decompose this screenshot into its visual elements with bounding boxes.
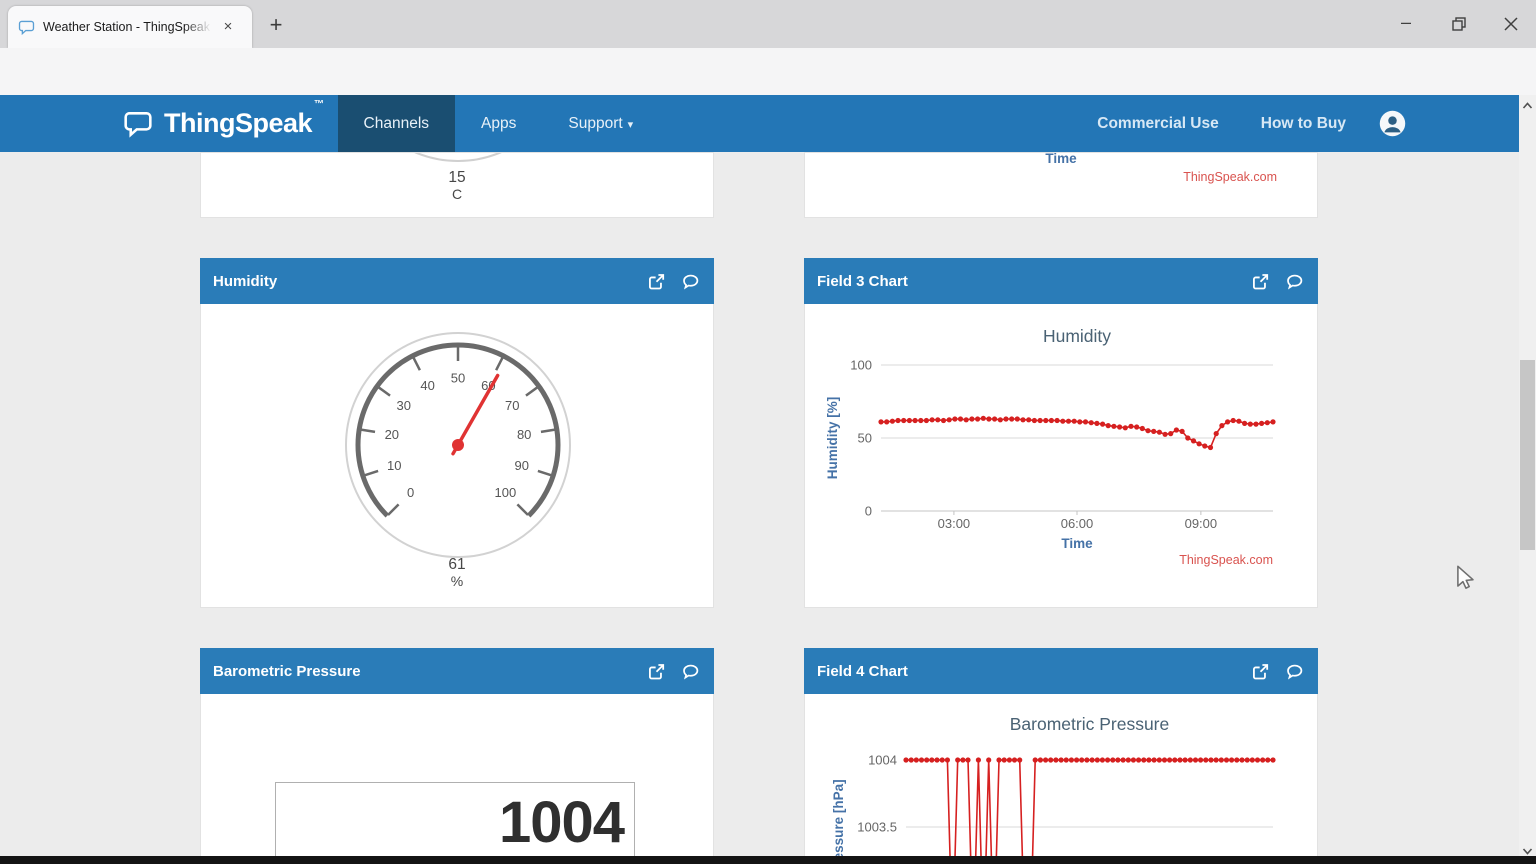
widget-pressure-display: Barometric Pressure 1004 bbox=[200, 648, 714, 864]
widget-field3-chart: Field 3 Chart 100 50 0 03:00 06:00 09:00 Humid… bbox=[804, 258, 1318, 608]
svg-text:90: 90 bbox=[514, 458, 528, 473]
close-icon bbox=[1504, 17, 1518, 31]
svg-text:ThingSpeak.com: ThingSpeak.com bbox=[1179, 553, 1273, 567]
tab-close-button[interactable]: × bbox=[217, 16, 239, 38]
nav-item-channels[interactable]: Channels bbox=[337, 95, 456, 152]
svg-text:Time: Time bbox=[1061, 536, 1093, 551]
widget-temperature-partial: 15 C bbox=[200, 0, 714, 218]
nav-item-how-to-buy[interactable]: How to Buy bbox=[1240, 115, 1367, 133]
bottom-bar bbox=[0, 856, 1536, 864]
mouse-cursor bbox=[1457, 565, 1474, 589]
numeric-display-box: 1004 bbox=[275, 782, 635, 864]
svg-text:Humidity [%]: Humidity [%] bbox=[825, 397, 840, 480]
svg-text:10: 10 bbox=[387, 458, 401, 473]
svg-text:100: 100 bbox=[850, 358, 872, 373]
svg-text:03:00: 03:00 bbox=[938, 516, 971, 531]
svg-text:80: 80 bbox=[517, 427, 531, 442]
restore-icon bbox=[1452, 17, 1466, 31]
svg-text:1004: 1004 bbox=[868, 753, 897, 768]
widget-title: Field 4 Chart bbox=[817, 662, 908, 680]
comment-icon[interactable] bbox=[1286, 663, 1303, 680]
window-restore-button[interactable] bbox=[1442, 10, 1476, 38]
nav-item-apps[interactable]: Apps bbox=[455, 95, 542, 152]
brand-tm: ™ bbox=[314, 99, 324, 110]
widget-header: Humidity bbox=[200, 258, 714, 304]
widget-header: Field 4 Chart bbox=[804, 648, 1318, 694]
widget-humidity-gauge: Humidity 0 10 20 30 40 50 60 70 80 90 100 61 % bbox=[200, 258, 714, 608]
thingspeak-bubble-icon bbox=[18, 20, 35, 34]
time-axis-label: Time bbox=[1045, 151, 1077, 166]
svg-text:09:00: 09:00 bbox=[1185, 516, 1218, 531]
window-minimize-button[interactable]: – bbox=[1389, 10, 1423, 38]
chevron-down-icon: ▾ bbox=[627, 119, 634, 131]
svg-text:30: 30 bbox=[397, 398, 411, 413]
scrollbar-thumb[interactable] bbox=[1520, 360, 1535, 550]
nav-item-support[interactable]: Support ▾ bbox=[542, 95, 659, 152]
widget-time-chart-partial: Time ThingSpeak.com bbox=[804, 151, 1318, 218]
brand-text: ThingSpeak™ bbox=[164, 99, 324, 138]
comment-icon[interactable] bbox=[1286, 273, 1303, 290]
thingspeak-navbar: ThingSpeak™ Channels Apps Support ▾ Comme… bbox=[0, 95, 1536, 152]
scrollbar-track[interactable] bbox=[1519, 95, 1536, 864]
browser-tab[interactable]: Weather Station - ThingSpeak Io × bbox=[8, 6, 252, 48]
svg-text:1003.5: 1003.5 bbox=[857, 820, 897, 835]
widget-title: Barometric Pressure bbox=[213, 662, 361, 680]
comment-icon[interactable] bbox=[682, 273, 699, 290]
widget-title: Field 3 Chart bbox=[817, 272, 908, 290]
nav-item-commercial-use[interactable]: Commercial Use bbox=[1076, 115, 1239, 133]
browser-toolbar: https://thingspeak.com/channels/1464135 … bbox=[0, 48, 1536, 136]
window-close-button[interactable] bbox=[1494, 10, 1528, 38]
svg-text:0: 0 bbox=[407, 485, 414, 500]
open-in-new-icon[interactable] bbox=[648, 663, 665, 680]
temperature-gauge-value: 15 C bbox=[448, 169, 466, 202]
svg-text:70: 70 bbox=[505, 398, 519, 413]
open-in-new-icon[interactable] bbox=[648, 273, 665, 290]
svg-text:Pressure [hPa]: Pressure [hPa] bbox=[831, 779, 846, 862]
thingspeak-logo-icon bbox=[124, 111, 152, 136]
thingspeak-brand[interactable]: ThingSpeak™ bbox=[122, 95, 324, 152]
svg-text:40: 40 bbox=[420, 378, 434, 393]
widget-field4-chart: Field 4 Chart 1004 1003.5 Barometric Press… bbox=[804, 648, 1318, 864]
humidity-line-chart: 100 50 0 03:00 06:00 09:00 Humidity Time Humidit… bbox=[825, 326, 1276, 567]
account-avatar-icon[interactable] bbox=[1379, 110, 1406, 137]
svg-text:Humidity: Humidity bbox=[1043, 326, 1111, 346]
screen: Weather Station - ThingSpeak Io × + – Th… bbox=[0, 0, 1536, 864]
thingspeak-watermark: ThingSpeak.com bbox=[1183, 170, 1277, 184]
widget-title: Humidity bbox=[213, 272, 278, 290]
svg-text:Barometric Pressure: Barometric Pressure bbox=[1010, 714, 1170, 734]
open-in-new-icon[interactable] bbox=[1252, 663, 1269, 680]
tab-title: Weather Station - ThingSpeak Io bbox=[43, 20, 215, 34]
pressure-line-chart: 1004 1003.5 Barometric Pressure Pressure [h… bbox=[831, 714, 1276, 864]
svg-text:06:00: 06:00 bbox=[1061, 516, 1094, 531]
new-tab-button[interactable]: + bbox=[262, 12, 290, 40]
pressure-value: 1004 bbox=[498, 790, 625, 855]
svg-text:50: 50 bbox=[858, 431, 872, 446]
svg-text:20: 20 bbox=[385, 427, 399, 442]
widget-header: Barometric Pressure bbox=[200, 648, 714, 694]
browser-tab-bar: Weather Station - ThingSpeak Io × + – bbox=[0, 0, 1536, 48]
scroll-up-button[interactable] bbox=[1519, 98, 1536, 114]
open-in-new-icon[interactable] bbox=[1252, 273, 1269, 290]
widget-header: Field 3 Chart bbox=[804, 258, 1318, 304]
svg-text:100: 100 bbox=[495, 485, 517, 500]
humidity-gauge-value: 61 % bbox=[448, 556, 466, 589]
comment-icon[interactable] bbox=[682, 663, 699, 680]
svg-text:50: 50 bbox=[451, 371, 465, 386]
svg-text:0: 0 bbox=[865, 504, 872, 519]
